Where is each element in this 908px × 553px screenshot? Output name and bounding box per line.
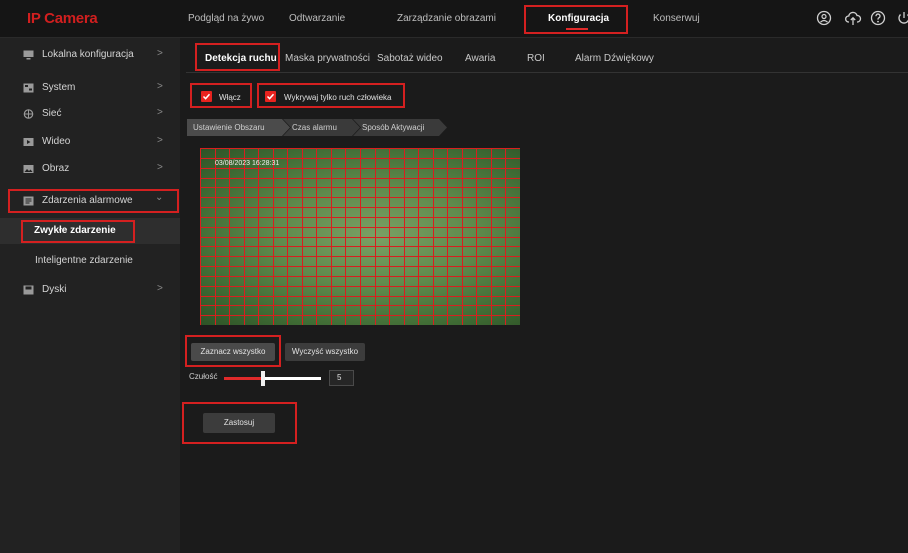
sidebar: Lokalna konfiguracja > System > Sieć > W… (0, 38, 180, 553)
tab-audio-alarm[interactable]: Alarm Dźwiękowy (575, 53, 654, 64)
step-area-setting[interactable]: Ustawienie Obszaru (187, 119, 290, 136)
video-timestamp: 03/08/2023 16:28:31 (215, 160, 280, 167)
chevron-down-icon: ⌄ (155, 192, 164, 203)
tab-privacy-mask[interactable]: Maska prywatności (285, 53, 370, 64)
tab-roi[interactable]: ROI (527, 53, 545, 64)
tabs-divider (186, 72, 908, 73)
top-bar: IP Camera Podgląd na żywo Odtwarzanie Za… (0, 0, 908, 38)
apply-button[interactable]: Zastosuj (203, 413, 275, 433)
sidebar-subitem-label: Inteligentne zdarzenie (35, 255, 133, 266)
nav-configuration[interactable]: Konfiguracja (548, 13, 609, 24)
sensitivity-slider[interactable] (224, 371, 321, 386)
tab-failure[interactable]: Awaria (465, 53, 495, 64)
enable-checkbox[interactable] (201, 91, 212, 102)
help-icon[interactable] (869, 9, 887, 27)
sensitivity-slider-thumb[interactable] (261, 371, 265, 386)
tab-video-tampering[interactable]: Sabotaż wideo (377, 53, 443, 64)
chevron-right-icon: > (157, 162, 163, 173)
sidebar-item-disks[interactable]: Dyski > (0, 277, 180, 303)
alarm-events-icon (23, 196, 34, 206)
chevron-right-icon: > (157, 48, 163, 59)
tab-motion-detection[interactable]: Detekcja ruchu (205, 53, 277, 64)
system-icon (23, 83, 34, 93)
human-only-label: Wykrywaj tylko ruch człowieka (284, 93, 392, 102)
chevron-right-icon: > (157, 135, 163, 146)
chevron-right-icon: > (157, 81, 163, 92)
sidebar-item-video[interactable]: Wideo > (0, 129, 180, 155)
sidebar-item-label: Lokalna konfiguracja (42, 49, 134, 60)
power-icon[interactable] (895, 9, 908, 27)
chevron-right-icon: > (157, 107, 163, 118)
camera-preview[interactable]: 03/08/2023 16:28:31 (200, 148, 520, 325)
checkmark-icon (202, 93, 211, 100)
sensitivity-slider-fill (224, 377, 263, 380)
network-icon (23, 109, 34, 119)
app-logo: IP Camera (27, 10, 98, 27)
nav-image-management[interactable]: Zarządzanie obrazami (397, 13, 496, 24)
cloud-upload-icon[interactable] (844, 9, 862, 27)
nav-active-underline (566, 28, 588, 30)
checkmark-icon (266, 93, 275, 100)
image-icon (23, 165, 34, 173)
sensitivity-label: Czułość (189, 372, 218, 381)
nav-maintenance[interactable]: Konserwuj (653, 13, 700, 24)
step-activation-method[interactable]: Sposób Aktywacji (353, 119, 447, 136)
sidebar-item-label: Wideo (42, 136, 71, 147)
sidebar-item-local-config[interactable]: Lokalna konfiguracja > (0, 42, 180, 68)
sidebar-item-system[interactable]: System > (0, 75, 180, 101)
sidebar-item-alarm-events[interactable]: Zdarzenia alarmowe ⌄ (0, 188, 180, 214)
sidebar-item-label: Obraz (42, 163, 70, 174)
user-icon[interactable] (815, 9, 833, 27)
monitor-icon (23, 50, 34, 60)
human-only-checkbox[interactable] (265, 91, 276, 102)
sidebar-item-label: Zdarzenia alarmowe (42, 195, 133, 206)
sidebar-item-network[interactable]: Sieć > (0, 101, 180, 127)
main-panel: Detekcja ruchu Maska prywatności Sabotaż… (180, 38, 908, 553)
sidebar-subitem-intelligent-event[interactable]: Inteligentne zdarzenie (0, 248, 180, 274)
sidebar-subitem-label: Zwykłe zdarzenie (34, 225, 116, 236)
sidebar-item-image[interactable]: Obraz > (0, 156, 180, 182)
sensitivity-value[interactable]: 5 (329, 370, 354, 386)
enable-label: Włącz (219, 93, 241, 102)
step-alarm-time[interactable]: Czas alarmu (283, 119, 360, 136)
disk-icon (23, 285, 34, 295)
nav-live-view[interactable]: Podgląd na żywo (188, 13, 264, 24)
nav-playback[interactable]: Odtwarzanie (289, 13, 345, 24)
sidebar-item-label: Sieć (42, 108, 62, 119)
chevron-right-icon: > (157, 283, 163, 294)
sidebar-subitem-regular-event[interactable]: Zwykłe zdarzenie (0, 218, 180, 244)
sidebar-item-label: System (42, 82, 76, 93)
select-all-button[interactable]: Zaznacz wszystko (191, 343, 275, 361)
clear-all-button[interactable]: Wyczyść wszystko (285, 343, 365, 361)
video-icon (23, 138, 34, 146)
motion-detection-grid[interactable] (200, 148, 520, 325)
sidebar-item-label: Dyski (42, 284, 67, 295)
